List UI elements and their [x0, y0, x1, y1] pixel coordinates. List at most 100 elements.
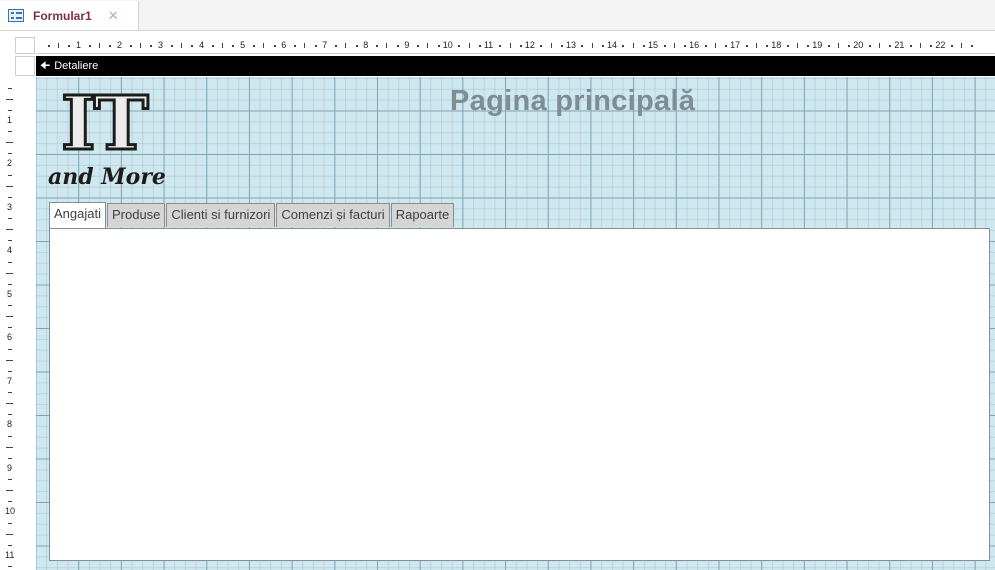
document-tab-strip: Formular1 ✕: [0, 0, 995, 31]
ruler-tick: [478, 45, 481, 47]
tab-rapoarte[interactable]: Rapoarte: [390, 203, 455, 227]
ruler-tick: [6, 229, 13, 231]
ruler-label-v-6: 6: [7, 332, 13, 342]
tab-page-angajati[interactable]: [49, 228, 990, 561]
ruler-tick: [396, 45, 399, 47]
ruler-tick: [704, 45, 707, 47]
ruler-tick: [6, 316, 13, 318]
ruler-tick: [8, 392, 12, 394]
ruler-tick: [745, 45, 748, 47]
horizontal-ruler[interactable]: 1 2 3 4 5 6 7 8 9 10 11 12 13 14 15 16 17 18 19 20 21 22: [36, 37, 995, 54]
ruler-tick: [950, 45, 953, 47]
ruler-tick: [253, 45, 255, 47]
ruler-tick: [909, 45, 912, 47]
ruler-label-h-16: 16: [689, 40, 700, 50]
ruler-tick: [755, 43, 757, 48]
ruler-tick: [807, 45, 810, 47]
section-bar-detaliere[interactable]: 🠈 Detaliere: [36, 56, 995, 76]
ruler-tick: [88, 45, 91, 47]
ruler-tick: [540, 45, 543, 47]
tab-row: Angajati Produse Clienti si furnizori Co…: [49, 202, 455, 228]
ruler-tick: [8, 153, 12, 155]
ruler-tick: [714, 43, 716, 48]
section-label: Detaliere: [54, 60, 99, 72]
ruler-label-h-20: 20: [853, 40, 864, 50]
ruler-tick: [8, 479, 12, 481]
ruler-label-v-11: 11: [5, 549, 15, 560]
ruler-tick: [8, 240, 12, 242]
form-selector[interactable]: [15, 37, 35, 54]
ruler-tick: [263, 43, 265, 48]
ruler-tick: [6, 490, 13, 492]
ruler-tick: [663, 45, 666, 47]
ruler-label-v-9: 9: [7, 462, 13, 473]
ruler-tick: [6, 359, 13, 361]
ruler-label-h-5: 5: [240, 40, 246, 50]
ruler-label-h-4: 4: [199, 40, 205, 50]
page-title[interactable]: Pagina principală: [450, 85, 695, 118]
ruler-tick: [99, 43, 101, 48]
ruler-tick: [920, 43, 922, 48]
ruler-tick: [8, 174, 12, 176]
ruler-tick: [879, 43, 881, 48]
ruler-tick: [961, 43, 963, 48]
ruler-tick: [109, 45, 112, 47]
ruler-tick: [181, 43, 183, 48]
ruler-tick: [427, 43, 429, 48]
ruler-label-v-4: 4: [7, 245, 13, 255]
tab-angajati[interactable]: Angajati: [49, 202, 106, 228]
ruler-tick: [68, 45, 71, 47]
document-tab-title: Formular1: [33, 8, 92, 23]
ruler-label-v-8: 8: [7, 419, 13, 429]
design-grid[interactable]: IT and More Pagina principală Angajati P…: [36, 77, 995, 570]
ruler-tick: [8, 522, 12, 524]
ruler-tick: [150, 45, 153, 47]
ruler-tick: [8, 131, 12, 133]
ruler-tick: [632, 43, 634, 48]
ruler-tick: [8, 87, 12, 89]
document-tab-formular1[interactable]: Formular1 ✕: [0, 1, 139, 30]
ruler-tick: [355, 45, 358, 47]
ruler-tick: [550, 43, 552, 48]
close-icon[interactable]: ✕: [108, 8, 119, 24]
logo-it-text: IT: [60, 81, 151, 168]
ruler-tick: [560, 45, 563, 47]
ruler-tick: [417, 45, 420, 47]
tab-produse[interactable]: Produse: [106, 203, 166, 227]
logo-image[interactable]: IT and More: [48, 81, 166, 191]
ruler-label-v-3: 3: [7, 201, 13, 212]
vertical-ruler[interactable]: 1 2 3 4 5 6 7 8 9 10 11: [0, 77, 36, 570]
ruler-tick: [509, 43, 511, 48]
ruler-tick: [222, 43, 224, 48]
ruler-tick: [386, 43, 388, 48]
ruler-tick: [6, 98, 13, 100]
ruler-tick: [499, 45, 502, 47]
ruler-tick: [8, 218, 12, 220]
ruler-tick: [58, 43, 60, 48]
ruler-tick: [170, 45, 173, 47]
tab-clienti-si-furnizori[interactable]: Clienti si furnizori: [166, 203, 276, 227]
ruler-tick: [8, 544, 12, 546]
ruler-tick: [796, 43, 798, 48]
section-selector[interactable]: [15, 56, 35, 76]
ruler-tick: [8, 327, 12, 329]
ruler-tick: [642, 45, 645, 47]
tab-comenzi-si-facturi[interactable]: Comenzi și facturi: [276, 203, 390, 227]
ruler-tick: [8, 435, 12, 437]
ruler-tick: [437, 45, 440, 47]
ruler-tick: [8, 305, 12, 307]
ruler-tick: [8, 196, 12, 198]
ruler-tick: [8, 348, 12, 350]
ruler-tick: [8, 283, 12, 285]
ruler-tick: [6, 403, 13, 405]
ruler-tick: [868, 45, 871, 47]
ruler-label-v-1: 1: [7, 114, 13, 125]
ruler-label-h-7: 7: [322, 40, 328, 50]
ruler-label-h-18: 18: [771, 40, 782, 50]
ruler-tick: [591, 43, 593, 48]
ruler-label-h-3: 3: [158, 40, 164, 50]
ruler-tick: [8, 501, 12, 503]
ruler-tick: [304, 43, 306, 48]
form-icon: [8, 9, 24, 22]
ruler-tick: [468, 43, 470, 48]
